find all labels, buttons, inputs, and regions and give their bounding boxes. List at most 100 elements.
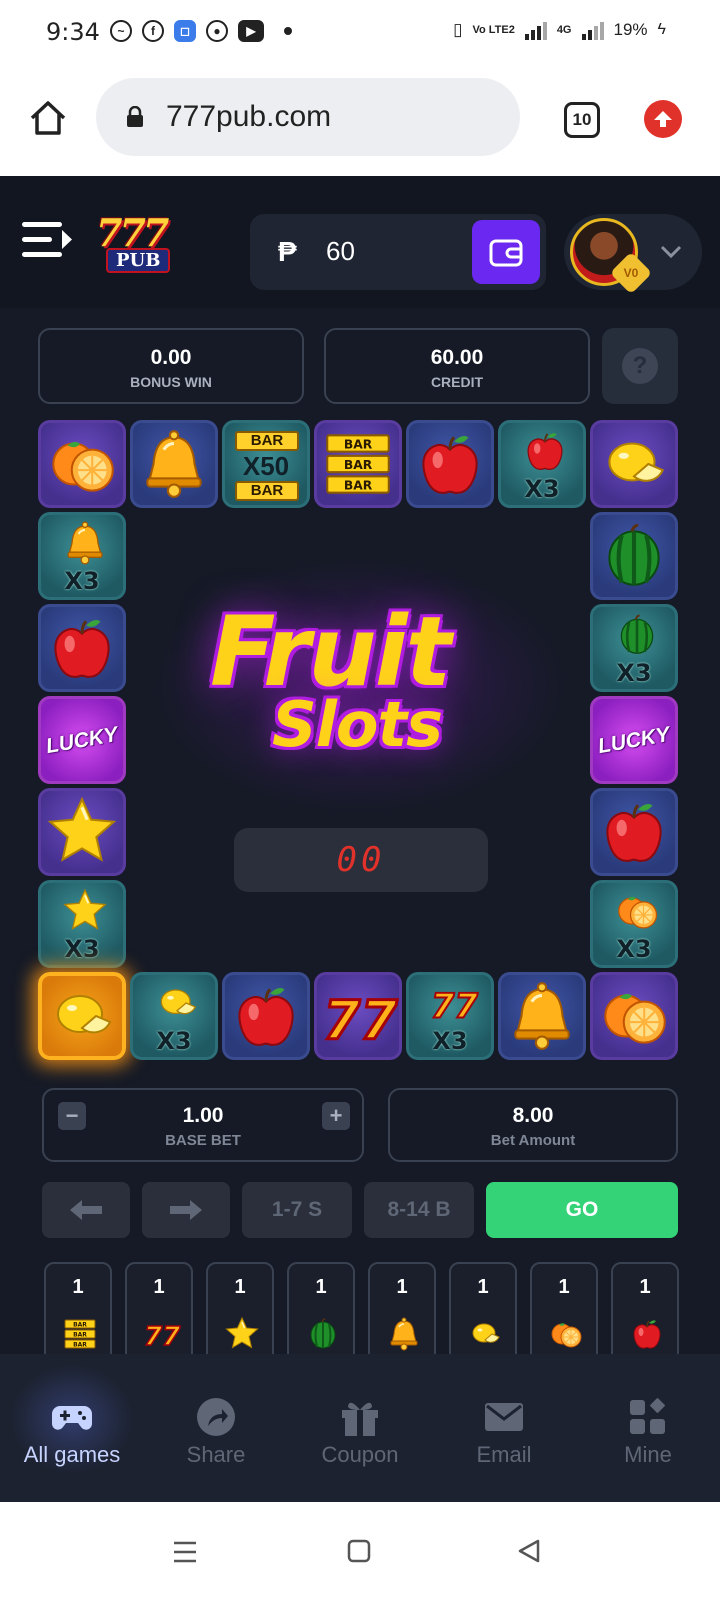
tile-bell-x3: X3 xyxy=(38,512,126,600)
menu-icon[interactable] xyxy=(22,220,74,260)
system-indicators: ▯ Vo LTE2 4G 19% ϟ xyxy=(453,20,666,40)
bell-icon xyxy=(59,517,111,569)
tile-star-x3: X3 xyxy=(38,880,126,968)
orange-icon xyxy=(546,1314,586,1354)
nav-label: All games xyxy=(23,1442,121,1467)
tile-bell xyxy=(498,972,586,1060)
nav-share[interactable]: Share xyxy=(144,1354,288,1502)
credit-box: 60.00 CREDIT xyxy=(324,328,590,404)
apple-icon xyxy=(225,975,307,1057)
seven-icon xyxy=(317,975,399,1057)
bottom-navigation: All games Share Coupon Email Mine xyxy=(0,1354,720,1502)
base-bet-box: − + 1.00 BASE BET xyxy=(42,1088,364,1162)
watermelon-icon xyxy=(593,515,675,597)
nav-label: Coupon xyxy=(321,1442,399,1467)
app-notification-icon: ◻ xyxy=(174,20,196,42)
lucky-label: LUCKY xyxy=(596,722,672,759)
battery-level: 19% xyxy=(613,20,648,39)
nav-all-games[interactable]: All games xyxy=(0,1354,144,1502)
arrow-right-icon xyxy=(170,1200,202,1220)
game-title-slots: Slots xyxy=(272,688,443,761)
home-nav-icon[interactable] xyxy=(346,1538,372,1564)
system-navigation-bar xyxy=(0,1502,720,1600)
tile-star xyxy=(38,788,126,876)
chip-count: 1 xyxy=(477,1276,489,1298)
lemon-icon xyxy=(151,977,203,1029)
tab-switcher-button[interactable]: 10 xyxy=(564,102,600,138)
watermelon-icon xyxy=(303,1314,343,1354)
bet-amount-box: 8.00 Bet Amount xyxy=(388,1088,678,1162)
charging-icon: ϟ xyxy=(657,21,666,38)
bell-icon xyxy=(501,975,583,1057)
apple-icon xyxy=(41,607,123,689)
tile-lucky: LUCKY xyxy=(590,696,678,784)
tile-apple xyxy=(406,420,494,508)
url-text: 777pub.com xyxy=(166,100,332,133)
tile-lucky: LUCKY xyxy=(38,696,126,784)
logo[interactable]: 777 PUB xyxy=(92,208,188,273)
app-header: 777 PUB ₱ 60 V0 xyxy=(0,176,720,308)
vibrate-icon: ▯ xyxy=(453,20,463,39)
nav-email[interactable]: Email xyxy=(432,1354,576,1502)
home-icon[interactable] xyxy=(28,98,68,138)
recent-apps-icon[interactable] xyxy=(172,1540,198,1564)
address-bar[interactable]: 777pub.com xyxy=(96,78,520,156)
bell-icon xyxy=(384,1314,424,1354)
x3-label: X3 xyxy=(156,1027,192,1055)
game-app: 777 PUB ₱ 60 V0 0.00 BONUS WIN 60.00 CRE… xyxy=(0,176,720,1502)
gamepad-icon xyxy=(52,1406,92,1430)
tile-seven xyxy=(314,972,402,1060)
x3-label: X3 xyxy=(616,659,652,687)
nav-label: Mine xyxy=(624,1442,672,1467)
nav-label: Email xyxy=(476,1442,532,1467)
network-type: 4G xyxy=(556,24,572,36)
credit-label: CREDIT xyxy=(430,374,484,390)
nav-mine[interactable]: Mine xyxy=(576,1354,720,1502)
lemon-icon xyxy=(42,976,122,1056)
nav-coupon[interactable]: Coupon xyxy=(288,1354,432,1502)
go-button[interactable]: GO xyxy=(486,1182,678,1238)
star-icon xyxy=(41,791,123,873)
x3-label: X3 xyxy=(64,567,100,595)
small-range-button[interactable]: 1-7 S xyxy=(242,1182,352,1238)
x3-label: X3 xyxy=(432,1027,468,1055)
increase-bet-button[interactable]: + xyxy=(322,1102,350,1130)
gift-icon xyxy=(342,1402,378,1436)
seven-icon xyxy=(141,1314,181,1354)
chip-count: 1 xyxy=(234,1276,246,1298)
balance-amount: 60 xyxy=(326,236,355,266)
tile-apple-x3: X3 xyxy=(498,420,586,508)
move-right-button[interactable] xyxy=(142,1182,230,1238)
help-button[interactable]: ? xyxy=(602,328,678,404)
decrease-bet-button[interactable]: − xyxy=(58,1102,86,1130)
big-range-button[interactable]: 8-14 B xyxy=(364,1182,474,1238)
orange-icon xyxy=(41,423,123,505)
move-left-button[interactable] xyxy=(42,1182,130,1238)
lemon-icon xyxy=(465,1314,505,1354)
nav-label: Share xyxy=(186,1442,246,1467)
lock-icon xyxy=(127,106,143,127)
facebook-icon: f xyxy=(142,20,164,42)
tile-watermelon-x3: X3 xyxy=(590,604,678,692)
tile-seven-x3: X3 xyxy=(406,972,494,1060)
logo-pub: PUB xyxy=(106,248,171,273)
base-bet-label: BASE BET xyxy=(165,1132,241,1149)
wallet-button[interactable] xyxy=(472,220,540,284)
tile-lemon-x3: X3 xyxy=(130,972,218,1060)
orange-icon xyxy=(611,885,663,937)
tile-orange xyxy=(38,420,126,508)
notification-icons: ~ f ◻ ● ▶ xyxy=(110,20,292,42)
watermelon-icon xyxy=(611,609,663,661)
tile-orange xyxy=(590,972,678,1060)
mail-icon xyxy=(485,1403,523,1431)
signal-icon-2 xyxy=(581,20,604,40)
update-button[interactable] xyxy=(644,100,682,138)
back-icon[interactable] xyxy=(516,1538,542,1564)
x3-label: X3 xyxy=(616,935,652,963)
status-bar: 9:34 ~ f ◻ ● ▶ ▯ Vo LTE2 4G 19% ϟ xyxy=(0,0,720,64)
lucky-label: LUCKY xyxy=(44,722,120,759)
bar-label: BAR xyxy=(235,431,299,451)
profile-menu[interactable]: V0 xyxy=(564,214,702,295)
tile-bar xyxy=(314,420,402,508)
bar-icon xyxy=(60,1314,100,1354)
